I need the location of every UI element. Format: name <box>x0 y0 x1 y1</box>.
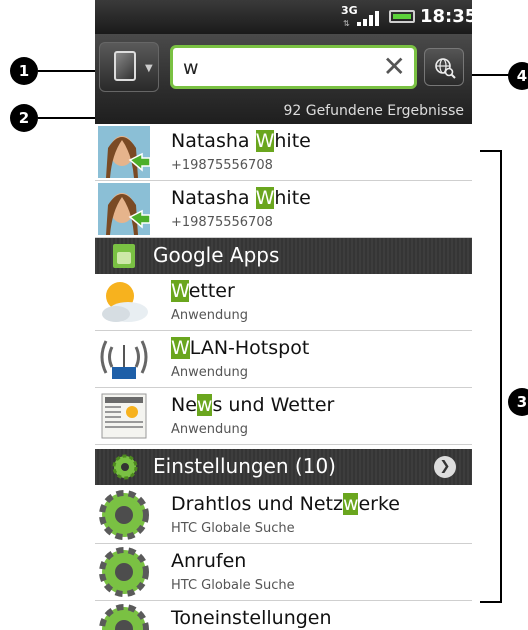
section-header-google-apps: Google Apps <box>95 238 472 274</box>
list-item[interactable]: Anrufen HTC Globale Suche <box>95 544 472 601</box>
list-item[interactable]: Wetter Anwendung <box>95 274 472 331</box>
app-type: Anwendung <box>171 422 248 437</box>
status-bar: 3G ⇅ 18:35 <box>95 0 472 34</box>
contact-photo-icon <box>98 126 150 178</box>
section-header-settings[interactable]: Einstellungen (10) ❯ <box>95 449 472 485</box>
setting-name: Anrufen <box>171 550 247 572</box>
callout-line-1 <box>38 70 100 72</box>
app-name: WLAN-Hotspot <box>171 337 310 359</box>
setting-source: HTC Globale Suche <box>171 521 295 536</box>
wifi-hotspot-icon <box>100 340 148 379</box>
callout-badge-3: 3 <box>508 388 528 416</box>
android-app-icon <box>113 244 135 268</box>
setting-name: Toneinstellungen <box>171 607 332 629</box>
search-scope-button[interactable]: ▼ <box>99 42 159 92</box>
section-label: Google Apps <box>153 243 280 267</box>
gear-icon <box>112 454 138 480</box>
clear-icon[interactable]: ✕ <box>383 50 406 84</box>
contact-name: Natasha White <box>171 187 311 209</box>
search-field[interactable]: ✕ <box>170 45 417 89</box>
app-name: Wetter <box>171 280 235 302</box>
weather-icon <box>102 282 148 322</box>
app-type: Anwendung <box>171 308 248 323</box>
globe-search-icon <box>435 58 456 79</box>
chevron-right-icon[interactable]: ❯ <box>434 456 456 478</box>
list-item[interactable]: Natasha White +19875556708 <box>95 124 472 181</box>
app-name: News und Wetter <box>171 394 335 416</box>
web-search-button[interactable] <box>424 48 464 86</box>
setting-source: HTC Globale Suche <box>171 578 295 593</box>
settings-gear-icon <box>99 490 149 540</box>
phone-icon <box>114 51 136 81</box>
list-item[interactable]: Natasha White +19875556708 <box>95 181 472 238</box>
results-count: 92 Gefundene Ergebnisse <box>283 103 464 119</box>
contact-phone: +19875556708 <box>171 158 273 173</box>
list-item[interactable]: News und Wetter Anwendung <box>95 388 472 445</box>
callout-bracket-3-bottom <box>480 601 502 603</box>
search-bar: ▼ ✕ 92 Gefundene Ergebnisse <box>95 34 472 130</box>
clock: 18:35 <box>420 6 472 27</box>
data-activity-icon: ⇅ <box>343 19 350 28</box>
section-label: Einstellungen (10) <box>153 454 336 478</box>
list-item[interactable]: Drahtlos und Netzwerke HTC Globale Suche <box>95 487 472 544</box>
news-icon <box>101 393 147 439</box>
search-input[interactable] <box>181 54 375 82</box>
settings-gear-icon <box>99 604 149 630</box>
signal-strength-icon <box>357 10 381 26</box>
callout-badge-4: 4 <box>508 62 528 90</box>
contact-name: Natasha White <box>171 130 311 152</box>
callout-bracket-3-vertical <box>500 150 502 603</box>
app-type: Anwendung <box>171 365 248 380</box>
callout-bracket-3-top <box>480 150 502 152</box>
list-item[interactable]: Toneinstellungen <box>95 601 472 630</box>
battery-icon <box>389 10 415 23</box>
callout-badge-1: 1 <box>10 57 38 85</box>
list-item[interactable]: WLAN-Hotspot Anwendung <box>95 331 472 388</box>
contact-photo-icon <box>98 183 150 235</box>
phone-screen: 3G ⇅ 18:35 ▼ ✕ 92 Gefundene Ergebniss <box>95 0 472 630</box>
dropdown-arrow-icon: ▼ <box>145 63 153 74</box>
settings-gear-icon <box>99 547 149 597</box>
contact-phone: +19875556708 <box>171 215 273 230</box>
network-type: 3G <box>341 4 358 17</box>
callout-badge-2: 2 <box>10 104 38 132</box>
setting-name: Drahtlos und Netzwerke <box>171 493 401 515</box>
